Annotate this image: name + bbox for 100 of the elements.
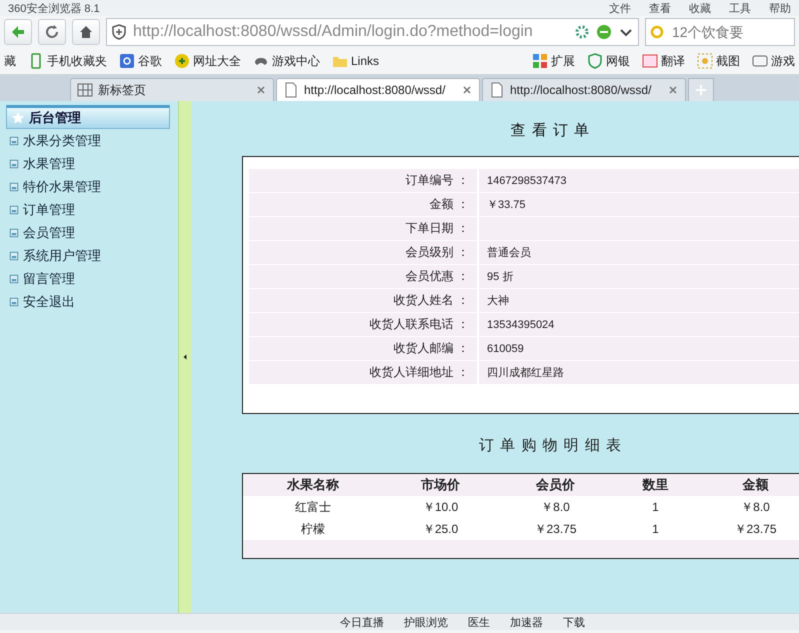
sidebar-item[interactable]: 水果管理 [0, 152, 178, 175]
square-icon [8, 226, 20, 238]
column-header: 水果名称 [286, 476, 340, 494]
field-label: 金额 ： [430, 196, 469, 213]
field-value: 大神 [486, 294, 509, 308]
field-label: 收货人姓名 ： [394, 292, 469, 309]
field-value: 610059 [486, 342, 524, 354]
status-item[interactable]: 今日直播 [340, 614, 384, 630]
close-icon [255, 84, 267, 96]
square-icon [8, 158, 20, 170]
grid-icon [77, 82, 93, 98]
square-icon [8, 204, 20, 216]
address-field[interactable]: http://localhost:8080/wssd/Admin/login.do?method=login [106, 18, 639, 46]
menu-item[interactable]: 工具 [729, 0, 751, 16]
status-item[interactable]: 加速器 [510, 614, 543, 630]
square-icon [8, 134, 20, 146]
field-value: 1467298537473 [486, 174, 567, 186]
sidebar-item[interactable]: 订单管理 [0, 198, 178, 221]
toolbar-button[interactable]: 网银 [587, 52, 630, 70]
bookmark-item[interactable]: Links [332, 53, 380, 69]
table-cell-text: ￥10.0 [422, 498, 460, 516]
window-title: 360安全浏览器 8.1 [8, 2, 100, 16]
menu-item[interactable]: 查看 [649, 0, 671, 16]
search-box[interactable]: 12个饮食要 [645, 18, 795, 46]
sidebar-item[interactable]: 留言管理 [0, 267, 178, 290]
close-icon [667, 84, 679, 96]
splitter-handle[interactable] [178, 101, 191, 613]
search-field[interactable]: 12个饮食要 [670, 23, 784, 41]
bookmark-item[interactable]: 手机收藏夹 [28, 52, 107, 70]
bookmark-item[interactable]: 网址大全 [174, 52, 241, 70]
column-header: 数里 [641, 476, 670, 494]
table-cell-text: ￥8.0 [740, 498, 771, 516]
browser-tab[interactable]: http://localhost:8080/wssd/ [482, 78, 686, 101]
sidebar-item[interactable]: 会员管理 [0, 221, 178, 244]
field-label: 会员级别 ： [406, 244, 469, 261]
status-item[interactable]: 下载 [563, 614, 585, 630]
sidebar-header: 后台管理 [6, 105, 170, 129]
table-cell-text: 1 [651, 500, 660, 514]
toolbar-button[interactable]: 扩展 [532, 52, 575, 70]
bookmark-item[interactable]: 藏 [4, 52, 16, 70]
table-cell-text: 1 [651, 522, 660, 536]
status-item[interactable]: 医生 [468, 614, 490, 630]
plus-icon [694, 83, 708, 97]
star-icon [11, 111, 25, 125]
menu-item[interactable]: 文件 [609, 0, 631, 16]
field-label: 收货人联系电话 ： [370, 316, 469, 333]
back-button[interactable] [4, 19, 32, 45]
square-icon [8, 296, 20, 308]
new-tab-button[interactable] [688, 78, 714, 101]
table-cell-text: 红富士 [294, 498, 332, 516]
field-value: 95 折 [486, 270, 514, 284]
field-label: 订单编号 ： [406, 172, 469, 189]
menu-item[interactable]: 收藏 [689, 0, 711, 16]
field-value: 普通会员 [486, 246, 531, 260]
square-icon [8, 250, 20, 262]
bookmark-item[interactable]: 谷歌 [119, 52, 162, 70]
column-header: 会员价 [534, 476, 576, 494]
shield-icon [587, 53, 603, 69]
field-value: ￥33.75 [486, 198, 526, 212]
square-icon [8, 180, 20, 192]
field-label: 会员优惠 ： [406, 268, 469, 285]
section-title: 订 单 购 物 明 细 表 [478, 436, 623, 456]
field-label: 收货人邮编 ： [394, 340, 469, 357]
back-arrow-icon [10, 24, 26, 40]
table-cell-text: ￥8.0 [540, 498, 571, 516]
bookmark-item[interactable]: 游戏中心 [253, 52, 320, 70]
sidebar-item[interactable]: 特价水果管理 [0, 175, 178, 198]
home-button[interactable] [72, 19, 100, 45]
refresh-icon [44, 24, 60, 40]
table-cell-text: 柠檬 [300, 520, 326, 538]
browser-tab[interactable]: 新标签页 [70, 78, 274, 101]
search-icon [650, 24, 666, 40]
close-icon [461, 84, 473, 96]
square-icon [8, 272, 20, 284]
toolbar-button[interactable]: 游戏 [752, 52, 795, 70]
grid-icon [532, 53, 548, 69]
column-header: 金额 [742, 476, 770, 494]
menu-item[interactable]: 帮助 [769, 0, 791, 16]
table-cell-text: ￥23.75 [533, 520, 578, 538]
status-item[interactable]: 护眼浏览 [404, 614, 448, 630]
table-cell-text: ￥25.0 [422, 520, 460, 538]
field-value: 13534395024 [486, 318, 554, 330]
toolbar-button[interactable]: 翻译 [642, 52, 685, 70]
table-cell-text: ￥23.75 [733, 520, 778, 538]
field-value: 四川成都红星路 [486, 366, 564, 380]
sidebar-item[interactable]: 安全退出 [0, 290, 178, 313]
shield-icon [111, 24, 127, 40]
page-icon [283, 82, 299, 98]
field-label: 下单日期 ： [406, 220, 469, 237]
page-title: 查 看 订 单 [510, 121, 592, 141]
toolbar-button[interactable]: 截图 [697, 52, 740, 70]
home-icon [78, 24, 94, 40]
collapse-arrow-icon [181, 352, 189, 362]
browser-tab[interactable]: http://localhost:8080/wssd/ [276, 78, 480, 101]
refresh-button[interactable] [38, 19, 66, 45]
field-label: 收货人详细地址 ： [370, 364, 469, 381]
sidebar-item[interactable]: 系统用户管理 [0, 244, 178, 267]
sidebar-item[interactable]: 水果分类管理 [0, 129, 178, 152]
page-icon [489, 82, 505, 98]
column-header: 市场价 [420, 476, 461, 494]
